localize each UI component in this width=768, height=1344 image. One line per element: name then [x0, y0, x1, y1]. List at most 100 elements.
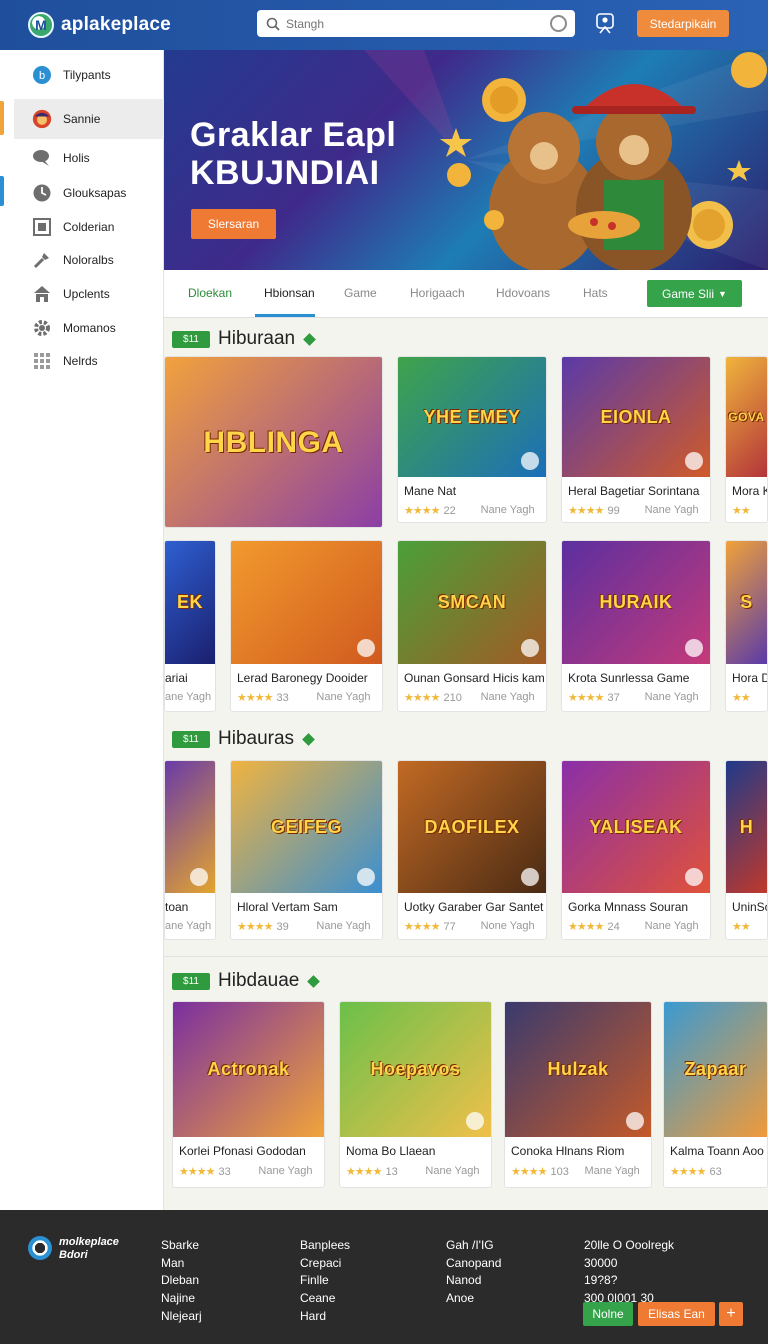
game-thumbnail: DAOFILEX [398, 761, 546, 893]
game-filter-button[interactable]: Game Slii ▼ [647, 280, 742, 307]
game-label: Nane Yagh [316, 691, 371, 703]
game-title: Kalma Toann Aoo [670, 1144, 764, 1158]
play-icon[interactable] [685, 868, 703, 886]
game-card[interactable]: Lerad Baronegy Dooider ★★★★ 33 Nane Yagh [230, 540, 383, 712]
footer-link[interactable]: Ceane [300, 1290, 350, 1308]
game-art-title: H [739, 816, 754, 837]
play-icon[interactable] [685, 639, 703, 657]
game-card[interactable]: YALISEAK Gorka Mnnass Souran ★★★★ 24 Nane … [561, 760, 711, 940]
game-card[interactable]: EK ariai ane Yagh [164, 540, 216, 712]
footer-link[interactable]: Sbarke [161, 1237, 202, 1255]
game-card[interactable]: SMCAN Ounan Gonsard Hicis kam ★★★★ 210 Nan… [397, 540, 547, 712]
footer-button-primary[interactable]: Nolne [583, 1302, 633, 1326]
sidebar-item-sannie[interactable]: Sannie [14, 99, 164, 139]
star-rating-icon: ★★★★ [237, 692, 273, 704]
sidebar-item-label: Glouksapas [63, 186, 127, 200]
grid-icon [32, 351, 52, 371]
section-title[interactable]: Hiburaan [218, 328, 295, 350]
play-icon[interactable] [521, 639, 539, 657]
game-card[interactable]: HURAIK Krota Sunrlessa Game ★★★★ 37 Nane Y… [561, 540, 711, 712]
rating-count: 13 [385, 1166, 398, 1178]
play-icon[interactable] [190, 868, 208, 886]
footer-link[interactable]: Hard [300, 1308, 350, 1326]
footer-info: 30000 [584, 1255, 618, 1270]
game-title: Mane Nat [404, 484, 457, 498]
footer-info: 20lle O Ooolregk [584, 1238, 675, 1252]
footer-link[interactable]: Anoe [446, 1290, 501, 1308]
play-icon[interactable] [521, 868, 539, 886]
game-meta: ★★ [732, 691, 767, 704]
tab-horigaach[interactable]: Horigaach [410, 286, 465, 300]
play-icon[interactable] [357, 639, 375, 657]
game-card[interactable]: Hoepavos Noma Bo Llaean ★★★★ 13 Nane Yagh [339, 1001, 492, 1188]
rating-count: 37 [607, 692, 620, 704]
section-title[interactable]: Hibauras [218, 728, 294, 750]
search-input[interactable] [286, 16, 536, 31]
footer-link[interactable]: Dleban [161, 1272, 202, 1290]
sidebar-item-noloralbs[interactable]: Noloralbs [14, 243, 164, 277]
user-icon[interactable] [595, 12, 615, 34]
game-card[interactable]: Zapaar Kalma Toann Aoo ★★★★ 63 [663, 1001, 768, 1188]
game-card[interactable]: YHE EMEY Mane Nat ★★★★ 22 Nane Yagh [397, 356, 547, 523]
footer-link[interactable]: Nanod [446, 1272, 501, 1290]
footer-logo[interactable]: molkeplace Bdori [28, 1236, 119, 1262]
hero-button[interactable]: Slersaran [191, 209, 276, 239]
sidebar-item-colderian[interactable]: Colderian [14, 210, 164, 244]
header-cta-button[interactable]: Stedarpikain [637, 10, 729, 37]
plus-icon[interactable]: + [719, 1302, 743, 1326]
diamond-icon [307, 974, 321, 988]
section-title[interactable]: Hibdauae [218, 970, 299, 992]
sidebar-item-nelrds[interactable]: Nelrds [14, 344, 164, 378]
sidebar-item-tilypants[interactable]: b Tilypants [14, 58, 164, 92]
game-card[interactable]: EIONLA Heral Bagetiar Sorintana ★★★★ 99 Na… [561, 356, 711, 523]
rating-count: 77 [443, 921, 456, 933]
sidebar-item-holis[interactable]: Holis [14, 141, 164, 175]
app-logo[interactable]: M aplakeplace [28, 12, 171, 38]
game-card[interactable]: H UninSo ★★ [725, 760, 768, 940]
footer-link[interactable]: Banplees [300, 1237, 350, 1255]
footer-link[interactable]: Man [161, 1255, 202, 1273]
game-thumbnail: Hulzak [505, 1002, 651, 1137]
tab-hdovoans[interactable]: Hdovoans [496, 286, 550, 300]
game-card[interactable]: HBLINGA [164, 356, 383, 528]
footer-button-secondary[interactable]: Elisas Ean [638, 1302, 715, 1326]
footer-link[interactable]: Crepaci [300, 1255, 350, 1273]
play-icon[interactable] [685, 452, 703, 470]
play-icon[interactable] [357, 868, 375, 886]
hero-title-line1: Graklar Eapl [190, 116, 397, 154]
star-rating-icon: ★★★★ [404, 505, 440, 517]
hero-banner[interactable]: Graklar Eapl KBUJNDIAI Slersaran [164, 50, 768, 270]
game-art-title: DAOFILEX [424, 816, 520, 837]
game-card[interactable]: toan ane Yagh [164, 760, 216, 940]
game-meta: ★★★★ 39 Nane Yagh [237, 920, 380, 933]
game-thumbnail: Actronak [173, 1002, 324, 1137]
game-card[interactable]: S Hora D ★★ [725, 540, 768, 712]
footer-link[interactable]: Nlejearj [161, 1308, 202, 1326]
loading-icon[interactable] [550, 15, 567, 32]
search-bar[interactable] [257, 10, 575, 37]
play-icon[interactable] [521, 452, 539, 470]
footer-link[interactable]: Finlle [300, 1272, 350, 1290]
tab-dloekan[interactable]: Dloekan [188, 286, 232, 300]
star-rating-icon: ★★★★ [670, 1166, 706, 1178]
tab-hats[interactable]: Hats [583, 286, 608, 300]
tab-game[interactable]: Game [344, 286, 377, 300]
footer-link[interactable]: Canopand [446, 1255, 501, 1273]
footer-link[interactable]: Najine [161, 1290, 202, 1308]
game-card[interactable]: Hulzak Conoka Hlnans Riom ★★★★ 103 Mane Ya… [504, 1001, 652, 1188]
play-icon[interactable] [466, 1112, 484, 1130]
sidebar-item-upclents[interactable]: Upclents [14, 277, 164, 311]
game-card[interactable]: Actronak Korlei Pfonasi Gododan ★★★★ 33 Na… [172, 1001, 325, 1188]
rating-count: 63 [709, 1166, 722, 1178]
sidebar-item-glouksapas[interactable]: Glouksapas [14, 176, 164, 210]
sidebar-item-momanos[interactable]: Momanos [14, 311, 164, 345]
game-card[interactable]: DAOFILEX Uotky Garaber Gar Santet ★★★★ 77… [397, 760, 547, 940]
game-card[interactable]: GOVA Mora K ★★ [725, 356, 768, 523]
play-icon[interactable] [626, 1112, 644, 1130]
footer-link[interactable]: Gah /I'IG [446, 1237, 501, 1255]
game-meta: ★★★★ 24 Nane Yagh [568, 920, 709, 933]
top-bar: M aplakeplace Stedarpikain [0, 0, 768, 50]
tab-hbionsan[interactable]: Hbionsan [264, 286, 315, 300]
game-card[interactable]: GEIFEG Hloral Vertam Sam ★★★★ 39 Nane Yagh [230, 760, 383, 940]
game-title: toan [165, 900, 189, 914]
